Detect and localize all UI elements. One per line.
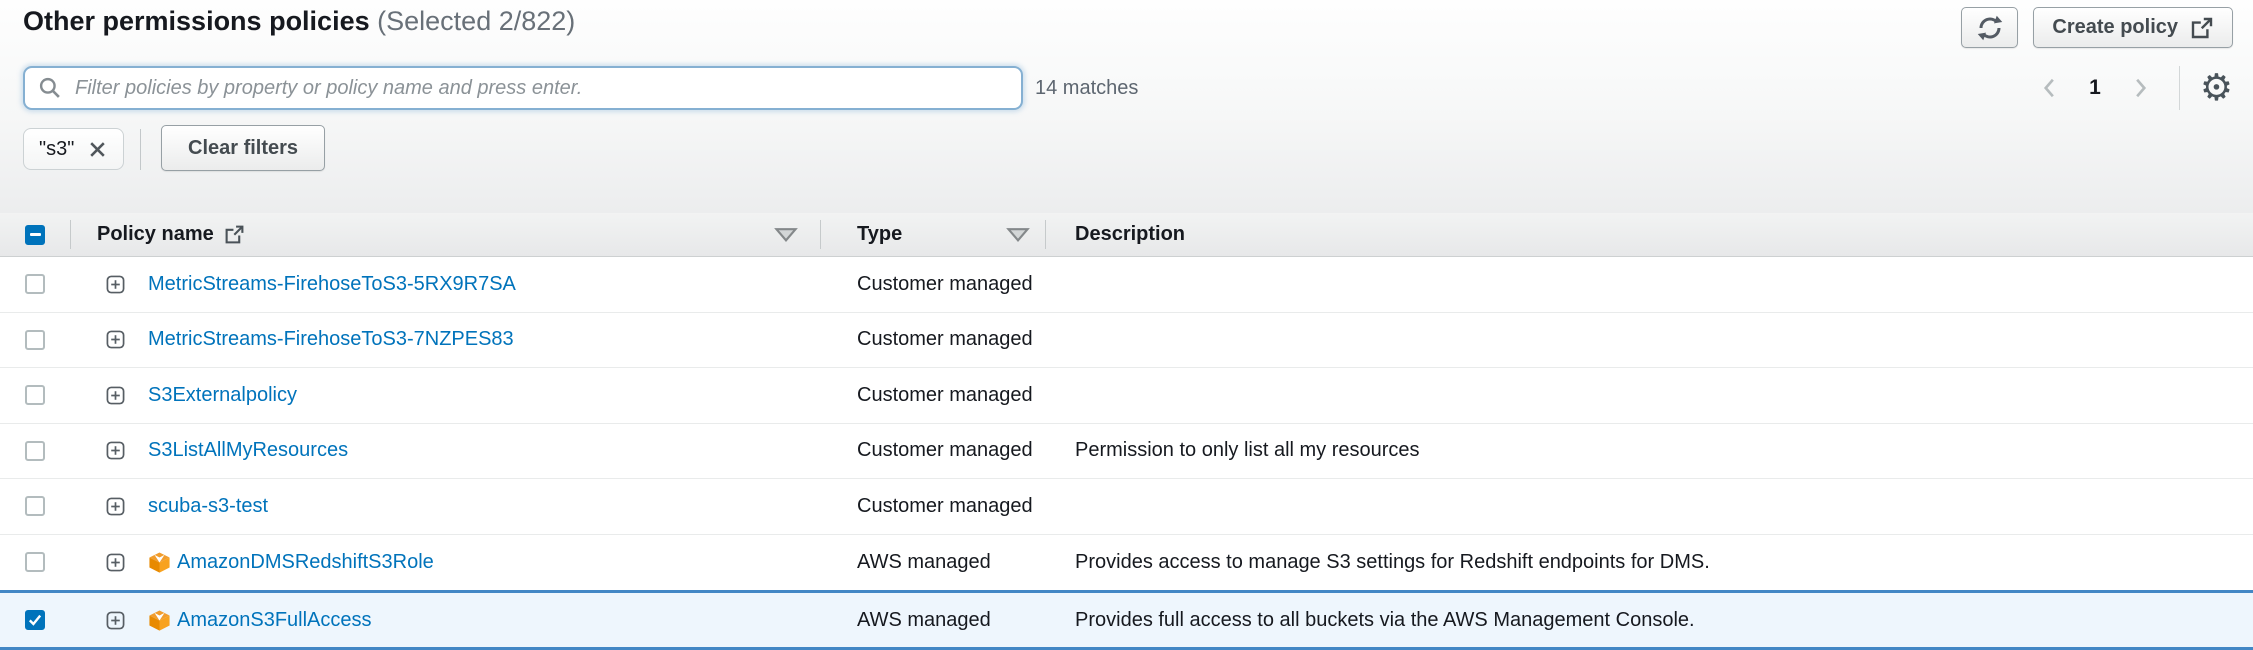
aws-managed-icon	[148, 609, 171, 632]
row-checkbox[interactable]	[25, 274, 45, 294]
page-title-text: Other permissions policies	[23, 6, 370, 36]
expand-policy-icon[interactable]	[106, 386, 125, 405]
table-row[interactable]: MetricStreams-FirehoseToS3-5RX9R7SA Cust…	[0, 257, 2253, 313]
iam-policies-screen: { "header": { "title": "Other permission…	[0, 0, 2253, 649]
table-row[interactable]: AmazonS3FullAccess AWS managed Provides …	[0, 590, 2253, 650]
policy-name-link[interactable]: MetricStreams-FirehoseToS3-7NZPES83	[148, 328, 514, 351]
select-all-checkbox[interactable]	[25, 225, 45, 245]
row-checkbox[interactable]	[25, 610, 45, 630]
table-row[interactable]: MetricStreams-FirehoseToS3-7NZPES83 Cust…	[0, 313, 2253, 369]
selected-count: (Selected 2/822)	[377, 6, 575, 36]
policy-type: Customer managed	[857, 384, 1033, 407]
policy-name-link[interactable]: scuba-s3-test	[148, 495, 268, 518]
policy-name-filter-icon[interactable]	[774, 226, 798, 243]
expand-policy-icon[interactable]	[106, 497, 125, 516]
pagination: 1 ⚙	[2035, 66, 2233, 110]
settings-gear-icon[interactable]: ⚙	[2200, 66, 2233, 110]
policy-name-link[interactable]: S3ListAllMyResources	[148, 439, 348, 462]
expand-policy-icon[interactable]	[106, 611, 125, 630]
match-count: 14 matches	[1035, 66, 1138, 110]
policy-name-link[interactable]: AmazonS3FullAccess	[177, 609, 372, 632]
expand-policy-icon[interactable]	[106, 441, 125, 460]
current-page: 1	[2089, 76, 2101, 100]
refresh-button[interactable]	[1961, 7, 2018, 48]
expand-policy-icon[interactable]	[106, 330, 125, 349]
policy-type: AWS managed	[857, 551, 991, 574]
header-actions: Create policy	[1961, 7, 2233, 48]
search-input[interactable]	[73, 76, 1008, 101]
table-row[interactable]: scuba-s3-test Customer managed	[0, 479, 2253, 535]
policy-type: Customer managed	[857, 273, 1033, 296]
policy-type: AWS managed	[857, 609, 991, 632]
search-icon	[38, 76, 62, 100]
row-checkbox[interactable]	[25, 496, 45, 516]
row-checkbox[interactable]	[25, 385, 45, 405]
create-policy-button[interactable]: Create policy	[2033, 7, 2233, 48]
external-link-icon	[224, 224, 245, 245]
column-header-policy-name: Policy name	[97, 223, 214, 246]
create-policy-label: Create policy	[2052, 16, 2178, 39]
column-header-description: Description	[1075, 223, 1185, 246]
chevron-left-icon[interactable]	[2035, 73, 2063, 103]
policy-type: Customer managed	[857, 495, 1033, 518]
policy-description: Permission to only list all my resources	[1075, 439, 1420, 462]
policy-name-link[interactable]: AmazonDMSRedshiftS3Role	[177, 551, 434, 574]
filter-chip-label: "s3"	[39, 138, 74, 161]
policy-type: Customer managed	[857, 328, 1033, 351]
type-filter-icon[interactable]	[1006, 226, 1030, 243]
table-row[interactable]: AmazonDMSRedshiftS3Role AWS managed Prov…	[0, 535, 2253, 591]
chevron-right-icon[interactable]	[2127, 73, 2155, 103]
external-link-icon	[2190, 16, 2214, 40]
table-header-row: Policy name Type Description	[0, 213, 2253, 257]
row-checkbox[interactable]	[25, 330, 45, 350]
policy-name-link[interactable]: MetricStreams-FirehoseToS3-5RX9R7SA	[148, 273, 516, 296]
pagination-divider	[2179, 66, 2180, 110]
table-row[interactable]: S3Externalpolicy Customer managed	[0, 368, 2253, 424]
toolbar-section: Other permissions policies (Selected 2/8…	[0, 0, 2253, 213]
row-checkbox[interactable]	[25, 552, 45, 572]
page-title: Other permissions policies (Selected 2/8…	[23, 6, 575, 37]
chip-remove-icon[interactable]	[87, 139, 108, 160]
filter-chip-s3: "s3"	[23, 128, 124, 170]
table-row[interactable]: S3ListAllMyResources Customer managed Pe…	[0, 424, 2253, 480]
policy-description: Provides full access to all buckets via …	[1075, 609, 1695, 632]
policies-table: Policy name Type Description	[0, 213, 2253, 650]
expand-policy-icon[interactable]	[106, 275, 125, 294]
filter-search-box[interactable]	[23, 66, 1023, 110]
refresh-icon	[1975, 13, 2005, 43]
chip-divider	[140, 129, 141, 170]
policy-name-link[interactable]: S3Externalpolicy	[148, 384, 297, 407]
policy-description: Provides access to manage S3 settings fo…	[1075, 551, 1710, 574]
expand-policy-icon[interactable]	[106, 553, 125, 572]
aws-managed-icon	[148, 551, 171, 574]
policy-type: Customer managed	[857, 439, 1033, 462]
row-checkbox[interactable]	[25, 441, 45, 461]
table-body: MetricStreams-FirehoseToS3-5RX9R7SA Cust…	[0, 257, 2253, 650]
clear-filters-button[interactable]: Clear filters	[161, 125, 325, 171]
column-header-type: Type	[857, 223, 902, 246]
